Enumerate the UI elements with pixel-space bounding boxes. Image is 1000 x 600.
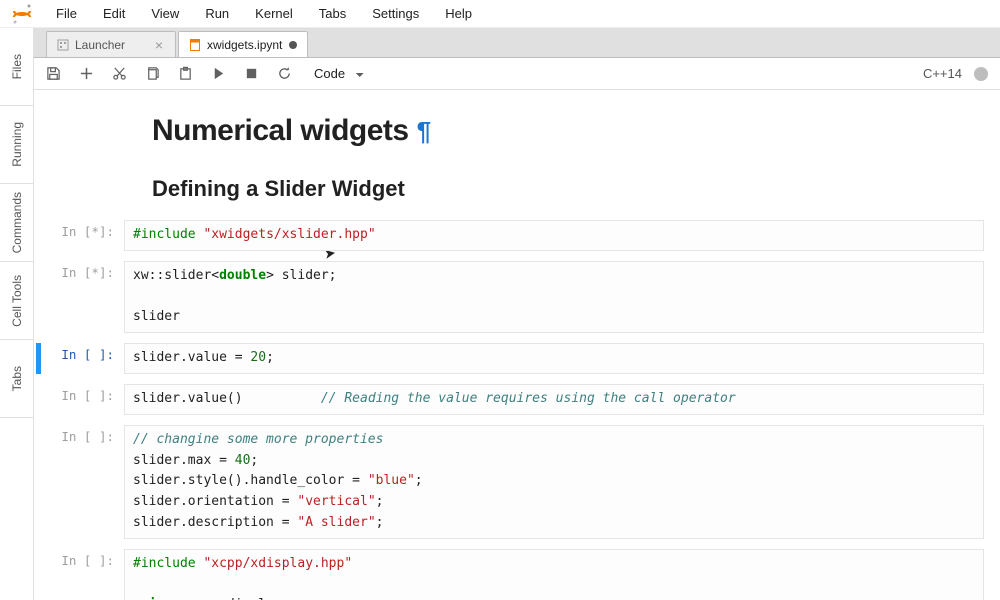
tab-notebook-dirty-icon (289, 41, 297, 49)
cell-prompt: In [*]: (44, 220, 124, 239)
cell-prompt: In [ ]: (44, 549, 124, 568)
cell-type-select[interactable]: Code (310, 64, 364, 83)
menu-edit[interactable]: Edit (93, 3, 135, 24)
menu-view[interactable]: View (141, 3, 189, 24)
paste-icon[interactable] (178, 66, 193, 81)
tab-launcher-label: Launcher (75, 38, 125, 52)
code-cell[interactable]: In [ ]: // changine some more properties… (44, 425, 984, 539)
cell-input[interactable]: #include "xcpp/xdisplay.hpp" using xcpp:… (124, 549, 984, 600)
jupyter-logo (10, 2, 34, 26)
main-area: Launcher × xwidgets.ipynt (34, 28, 1000, 600)
save-icon[interactable] (46, 66, 61, 81)
stop-icon[interactable] (244, 66, 259, 81)
code-cell[interactable]: In [*]: #include "xwidgets/xslider.hpp" (44, 220, 984, 251)
run-icon[interactable] (211, 66, 226, 81)
notebook-area[interactable]: Numerical widgets ¶ ➤ Defining a Slider … (34, 90, 1000, 600)
cell-input[interactable]: slider.value = 20; (124, 343, 984, 374)
left-sidebar: Files Running Commands Cell Tools Tabs (0, 28, 34, 600)
cell-input[interactable]: // changine some more properties slider.… (124, 425, 984, 539)
code-cell[interactable]: In [ ]: #include "xcpp/xdisplay.hpp" usi… (44, 549, 984, 600)
kernel-name[interactable]: C++14 (923, 66, 962, 81)
kernel-status-icon[interactable] (974, 67, 988, 81)
menu-run[interactable]: Run (195, 3, 239, 24)
tab-notebook[interactable]: xwidgets.ipynt (178, 31, 308, 57)
side-tab-commands[interactable]: Commands (0, 184, 33, 262)
menu-help[interactable]: Help (435, 3, 482, 24)
notebook-toolbar: Code C++14 (34, 58, 1000, 90)
tab-launcher[interactable]: Launcher × (46, 31, 176, 57)
cell-input[interactable]: #include "xwidgets/xslider.hpp" (124, 220, 984, 251)
restart-icon[interactable] (277, 66, 292, 81)
side-tab-files[interactable]: Files (0, 28, 33, 106)
launcher-icon (57, 39, 69, 51)
tab-notebook-label: xwidgets.ipynt (207, 38, 282, 52)
code-cell[interactable]: In [ ]: slider.value = 20; (44, 343, 984, 374)
code-cell[interactable]: In [*]: xw::slider<double> slider; slide… (44, 261, 984, 333)
cell-input[interactable]: slider.value() // Reading the value requ… (124, 384, 984, 415)
notebook-file-icon (189, 39, 201, 51)
insert-cell-icon[interactable] (79, 66, 94, 81)
menu-kernel[interactable]: Kernel (245, 3, 303, 24)
cell-selection-marker (36, 343, 41, 374)
menubar: File Edit View Run Kernel Tabs Settings … (0, 0, 1000, 28)
cell-prompt: In [*]: (44, 261, 124, 280)
side-tab-running[interactable]: Running (0, 106, 33, 184)
markdown-h1: Numerical widgets ¶ (152, 114, 984, 148)
document-tabbar: Launcher × xwidgets.ipynt (34, 28, 1000, 58)
copy-icon[interactable] (145, 66, 160, 81)
menu-file[interactable]: File (46, 3, 87, 24)
anchor-pilcrow-icon[interactable]: ¶ (417, 116, 431, 147)
cell-prompt: In [ ]: (44, 343, 124, 362)
side-tab-tabs[interactable]: Tabs (0, 340, 33, 418)
cut-icon[interactable] (112, 66, 127, 81)
code-cell[interactable]: In [ ]: slider.value() // Reading the va… (44, 384, 984, 415)
menu-settings[interactable]: Settings (362, 3, 429, 24)
cell-prompt: In [ ]: (44, 425, 124, 444)
markdown-h2: Defining a Slider Widget (152, 176, 984, 202)
tab-launcher-close-icon[interactable]: × (153, 38, 165, 52)
menu-tabs[interactable]: Tabs (309, 3, 356, 24)
side-tab-cell-tools[interactable]: Cell Tools (0, 262, 33, 340)
cell-prompt: In [ ]: (44, 384, 124, 403)
cell-input[interactable]: xw::slider<double> slider; slider (124, 261, 984, 333)
